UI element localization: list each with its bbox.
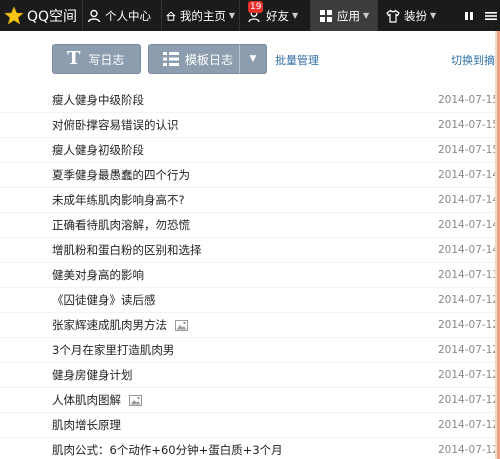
diary-title-text: 健美对身高的影响 [52, 268, 144, 282]
chevron-down-icon: ▼ [363, 11, 370, 20]
list-item[interactable]: 肌肉增长原理 2014-07-12 [0, 413, 500, 438]
diary-title-link[interactable]: 健美对身高的影响 [52, 267, 144, 283]
nav-label: 我的主页 [179, 8, 226, 23]
topbar-right-tools [456, 0, 500, 31]
nav-label: 应用 [337, 8, 360, 23]
write-diary-button[interactable]: T 写日志 [52, 44, 141, 74]
switch-to-summary-link[interactable]: 切换到摘要 [451, 52, 500, 68]
nav-apps[interactable]: 应用 ▼ [311, 0, 377, 31]
diary-title-text: 《囚徒健身》读后感 [52, 293, 156, 307]
star-logo-icon [4, 5, 24, 25]
diary-toolbar: T 写日志 模板日志 ▼ 批量管理 切换到摘要 [0, 31, 500, 83]
nav-label: 装扮 [404, 8, 427, 23]
list-item[interactable]: 《囚徒健身》读后感 2014-07-12 [0, 288, 500, 313]
diary-title-link[interactable]: 瘦人健身初级阶段 [52, 142, 144, 158]
list-item[interactable]: 3个月在家里打造肌肉男 2014-07-12 [0, 338, 500, 363]
diary-title-text: 对俯卧撑容易错误的认识 [52, 118, 179, 132]
list-item[interactable]: 正确看待肌肉溶解，勿恐慌 2014-07-14 [0, 213, 500, 238]
text-t-icon: T [67, 48, 81, 69]
nav-label: 个人中心 [105, 8, 151, 23]
diary-title-text: 正确看待肌肉溶解，勿恐慌 [52, 218, 190, 232]
write-diary-label: 写日志 [88, 52, 125, 67]
diary-title-text: 夏季健身最愚蠢的四个行为 [52, 168, 190, 182]
diary-title-link[interactable]: 张家辉速成肌肉男方法 [52, 317, 188, 333]
diary-title-link[interactable]: 正确看待肌肉溶解，勿恐慌 [52, 217, 190, 233]
diary-date: 2014-07-12 [438, 369, 500, 381]
list-item[interactable]: 人体肌肉图解 2014-07-12 [0, 388, 500, 413]
list-item[interactable]: 瘦人健身中级阶段 2014-07-15 [0, 88, 500, 113]
diary-title-link[interactable]: 增肌粉和蛋白粉的区别和选择 [52, 242, 202, 258]
image-icon [175, 319, 188, 331]
image-icon [129, 394, 142, 406]
chevron-down-icon: ▼ [249, 54, 257, 64]
diary-title-text: 肌肉公式：6个动作+60分钟+蛋白质+3个月 [52, 443, 283, 457]
diary-date: 2014-07-12 [438, 344, 500, 356]
diary-title-text: 增肌粉和蛋白粉的区别和选择 [52, 243, 202, 257]
diary-title-link[interactable]: 瘦人健身中级阶段 [52, 92, 144, 108]
diary-title-text: 未成年练肌肉影响身高不? [52, 193, 185, 207]
diary-title-text: 健身房健身计划 [52, 368, 133, 382]
template-dropdown-button[interactable]: ▼ [239, 44, 267, 74]
diary-title-text: 瘦人健身初级阶段 [52, 143, 144, 157]
chevron-down-icon: ▼ [430, 11, 437, 20]
list-item[interactable]: 未成年练肌肉影响身高不? 2014-07-14 [0, 188, 500, 213]
chevron-down-icon: ▼ [292, 11, 299, 20]
diary-date: 2014-07-14 [438, 219, 500, 231]
nav-label: 好友 [266, 8, 289, 23]
diary-date: 2014-07-12 [438, 394, 500, 406]
template-diary-label: 模板日志 [185, 52, 234, 67]
list-item[interactable]: 肌肉公式：6个动作+60分钟+蛋白质+3个月 2014-07-12 [0, 438, 500, 459]
diary-title-text: 张家辉速成肌肉男方法 [52, 318, 167, 332]
batch-manage-link[interactable]: 批量管理 [275, 52, 319, 68]
list-item[interactable]: 增肌粉和蛋白粉的区别和选择 2014-07-14 [0, 238, 500, 263]
list-item[interactable]: 张家辉速成肌肉男方法 2014-07-12 [0, 313, 500, 338]
diary-date: 2014-07-12 [438, 444, 500, 456]
diary-title-text: 3个月在家里打造肌肉男 [52, 343, 175, 357]
diary-list: 瘦人健身中级阶段 2014-07-15 对俯卧撑容易错误的认识 2014-07-15 瘦… [0, 88, 500, 459]
diary-date: 2014-07-14 [438, 244, 500, 256]
diary-title-link[interactable]: 3个月在家里打造肌肉男 [52, 342, 174, 358]
diary-date: 2014-07-12 [438, 294, 500, 306]
diary-date: 2014-07-15 [438, 119, 500, 131]
nav-personal-center[interactable]: 个人中心 [83, 0, 161, 31]
home-icon [166, 10, 176, 21]
list-item[interactable]: 瘦人健身初级阶段 2014-07-15 [0, 138, 500, 163]
diary-title-link[interactable]: 肌肉公式：6个动作+60分钟+蛋白质+3个月 [52, 442, 283, 458]
list-item[interactable]: 对俯卧撑容易错误的认识 2014-07-15 [0, 113, 500, 138]
diary-date: 2014-07-12 [438, 419, 500, 431]
diary-title-link[interactable]: 肌肉增长原理 [52, 417, 121, 433]
nav-dress-up[interactable]: 装扮 ▼ [378, 0, 444, 31]
list-item[interactable]: 健美对身高的影响 2014-07-13 [0, 263, 500, 288]
top-nav-bar: QQ空间 个人中心 我的主页 ▼ 19 好友 ▼ 应用 ▼ 装扮 ▼ [0, 0, 500, 31]
diary-title-link[interactable]: 人体肌肉图解 [52, 392, 142, 408]
nav-my-homepage[interactable]: 我的主页 ▼ [162, 0, 239, 31]
chevron-down-icon: ▼ [228, 11, 235, 20]
diary-date: 2014-07-15 [438, 94, 500, 106]
friends-notification-badge: 19 [248, 1, 264, 13]
diary-date: 2014-07-13 [438, 269, 500, 281]
list-item[interactable]: 健身房健身计划 2014-07-12 [0, 363, 500, 388]
diary-title-link[interactable]: 对俯卧撑容易错误的认识 [52, 117, 179, 133]
diary-title-link[interactable]: 未成年练肌肉影响身高不? [52, 192, 185, 208]
diary-title-text: 瘦人健身中级阶段 [52, 93, 144, 107]
logo-text: QQ空间 [27, 8, 78, 25]
shirt-icon [386, 9, 400, 23]
diary-title-link[interactable]: 《囚徒健身》读后感 [52, 292, 156, 308]
diary-title-link[interactable]: 健身房健身计划 [52, 367, 133, 383]
apps-icon [320, 9, 332, 22]
diary-title-text: 人体肌肉图解 [52, 393, 121, 407]
pause-icon[interactable] [460, 7, 478, 25]
list-icon [163, 52, 179, 66]
diary-date: 2014-07-14 [438, 169, 500, 181]
diary-title-text: 肌肉增长原理 [52, 418, 121, 432]
diary-date: 2014-07-14 [438, 194, 500, 206]
qzone-logo[interactable]: QQ空间 [0, 0, 82, 31]
person-icon [87, 9, 101, 22]
diary-title-link[interactable]: 夏季健身最愚蠢的四个行为 [52, 167, 190, 183]
list-item[interactable]: 夏季健身最愚蠢的四个行为 2014-07-14 [0, 163, 500, 188]
diary-date: 2014-07-12 [438, 319, 500, 331]
nav-friends[interactable]: 19 好友 ▼ [240, 0, 310, 31]
diary-date: 2014-07-15 [438, 144, 500, 156]
menu-icon[interactable] [482, 7, 500, 25]
